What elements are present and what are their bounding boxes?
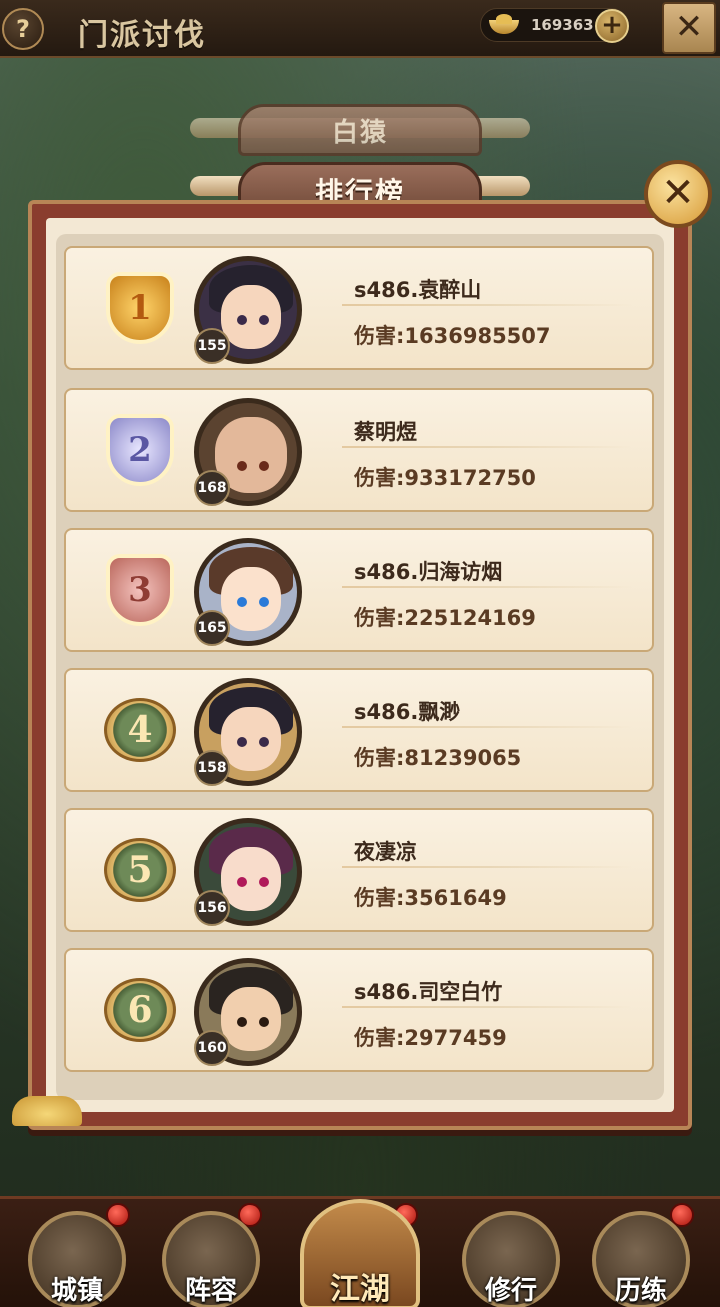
gold-medal-icon: 1 — [106, 272, 174, 344]
silver-medal-icon: 2 — [106, 414, 174, 486]
level-badge: 158 — [194, 750, 230, 786]
divider — [342, 866, 632, 868]
close-panel-button[interactable]: ✕ — [644, 160, 712, 228]
currency-display: 169363 + — [480, 8, 629, 43]
ranking-row[interactable]: 5 156 夜凄凉 伤害:3561649 — [64, 808, 654, 932]
damage-value: 伤害:933172750 — [354, 466, 536, 490]
level-badge: 168 — [194, 470, 230, 506]
bronze-medal-icon: 3 — [106, 554, 174, 626]
rank-badge-icon: 4 — [104, 698, 176, 762]
level-badge: 160 — [194, 1030, 230, 1066]
damage-value: 伤害:81239065 — [354, 746, 522, 770]
rank-medal: 3 — [96, 548, 184, 636]
level-badge: 156 — [194, 890, 230, 926]
nav-jianghu[interactable]: 江湖 — [300, 1199, 420, 1307]
ranking-row[interactable]: 1 155 s486.袁醉山 伤害:1636985507 — [64, 246, 654, 370]
divider — [342, 726, 632, 728]
rank-medal: 4 — [96, 688, 184, 776]
divider — [342, 1006, 632, 1008]
rank-medal: 1 — [96, 266, 184, 354]
player-name: s486.司空白竹 — [354, 980, 503, 1004]
player-name: s486.归海访烟 — [354, 560, 503, 584]
nav-label: 阵容 — [184, 1276, 238, 1306]
nav-label: 历练 — [614, 1276, 668, 1306]
ranking-row[interactable]: 3 165 s486.归海访烟 伤害:225124169 — [64, 528, 654, 652]
cloud-ornament — [12, 1096, 82, 1126]
ranking-row[interactable]: 2 168 蔡明煜 伤害:933172750 — [64, 388, 654, 512]
divider — [342, 446, 632, 448]
level-badge: 155 — [194, 328, 230, 364]
damage-value: 伤害:1636985507 — [354, 324, 551, 348]
player-name: s486.飘渺 — [354, 700, 461, 724]
ranking-row[interactable]: 6 160 s486.司空白竹 伤害:2977459 — [64, 948, 654, 1072]
ranking-row[interactable]: 4 158 s486.飘渺 伤害:81239065 — [64, 668, 654, 792]
help-button[interactable]: ? — [2, 8, 44, 50]
nav-cultivation[interactable]: 修行 — [462, 1211, 560, 1307]
nav-label: 城镇 — [50, 1276, 104, 1306]
rank-badge-icon: 6 — [104, 978, 176, 1042]
player-name: s486.袁醉山 — [354, 278, 482, 302]
rank-medal: 2 — [96, 408, 184, 496]
bottom-nav: 城镇 阵容 江湖 修行 历练 — [0, 1196, 720, 1307]
currency-value: 169363 — [531, 16, 594, 34]
rank-medal: 6 — [96, 968, 184, 1056]
nav-label: 江湖 — [330, 1272, 390, 1307]
nav-training[interactable]: 历练 — [592, 1211, 690, 1307]
level-badge: 165 — [194, 610, 230, 646]
gold-ingot-icon — [487, 14, 521, 36]
nav-town[interactable]: 城镇 — [28, 1211, 126, 1307]
player-name: 夜凄凉 — [354, 840, 417, 864]
tab-boss[interactable]: 白猿 — [238, 104, 482, 156]
rank-badge-icon: 5 — [104, 838, 176, 902]
divider — [342, 304, 632, 306]
nav-lineup[interactable]: 阵容 — [162, 1211, 260, 1307]
top-bar: ? 门派讨伐 169363 + ✕ — [0, 0, 720, 58]
rank-medal: 5 — [96, 828, 184, 916]
nav-label: 修行 — [484, 1276, 538, 1306]
damage-value: 伤害:3561649 — [354, 886, 507, 910]
player-name: 蔡明煜 — [354, 420, 417, 444]
exit-button[interactable]: ✕ — [662, 2, 716, 54]
divider — [342, 586, 632, 588]
damage-value: 伤害:225124169 — [354, 606, 536, 630]
page-title: 门派讨伐 — [78, 18, 206, 53]
add-currency-button[interactable]: + — [595, 9, 629, 43]
damage-value: 伤害:2977459 — [354, 1026, 507, 1050]
